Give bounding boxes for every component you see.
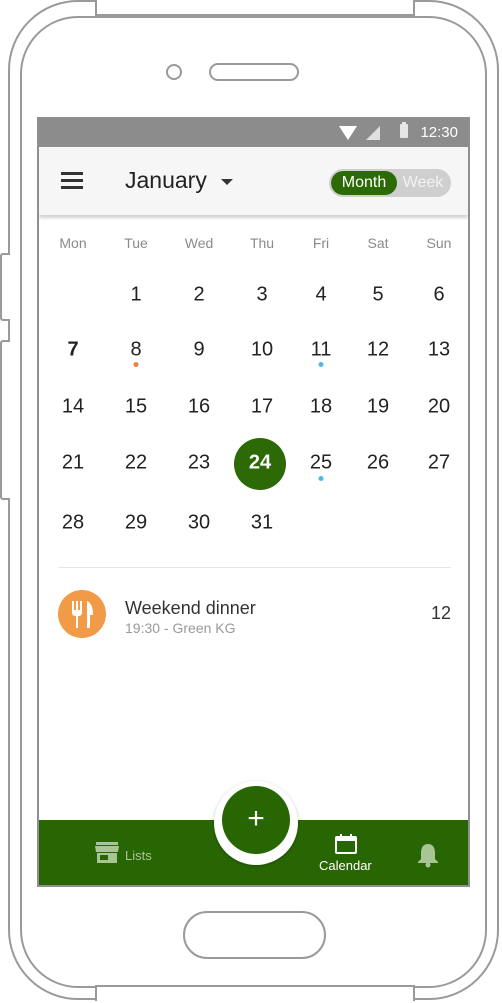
weekday-label: Thu [249,235,275,251]
event-count: 12 [431,603,452,623]
cutlery-icon [58,590,106,638]
calendar-day[interactable]: 10 [251,339,273,362]
calendar-day[interactable]: 31 [251,512,273,535]
plus-icon: + [247,802,265,835]
notification-bell-icon[interactable] [417,842,439,873]
calendar-day[interactable]: 21 [62,452,84,475]
calendar-day[interactable]: 14 [62,396,84,419]
weekday-label: Sun [426,235,452,251]
calendar-day[interactable]: 25 [310,452,332,475]
weekday-label: Fri [312,235,330,251]
calendar-day[interactable]: 19 [367,396,389,419]
event-dot [133,362,139,367]
event-title[interactable]: Weekend dinner [125,598,256,619]
app-screen: 12:30 January Month Week Mon Tue Wed Thu… [37,117,470,887]
calendar-day[interactable]: 4 [315,284,326,307]
phone-bottom-edge [95,985,415,1001]
weekday-label: Mon [59,235,87,251]
calendar-day[interactable]: 9 [193,339,204,362]
calendar-day[interactable]: 28 [62,512,84,535]
event-dot [318,362,324,367]
calendar-day[interactable]: 27 [428,452,450,475]
calendar-day[interactable]: 15 [125,396,147,419]
store-icon [95,842,119,863]
phone-top-edge [95,0,415,16]
calendar-day[interactable]: 29 [125,512,147,535]
calendar-day[interactable]: 6 [433,284,444,307]
calendar-day-today[interactable]: 24 [249,452,271,475]
toggle-month[interactable]: Month [331,171,397,195]
calendar-day[interactable]: 2 [193,284,204,307]
add-button[interactable]: + [222,786,290,854]
signal-icon [366,126,380,140]
calendar-icon [335,834,357,854]
calendar-day[interactable]: 13 [428,339,450,362]
calendar-day[interactable]: 8 [130,339,141,362]
calendar-day[interactable]: 18 [310,396,332,419]
camera-icon [166,64,182,80]
calendar-day[interactable]: 3 [256,284,267,307]
calendar-day[interactable]: 7 [67,339,78,362]
battery-icon [400,122,408,138]
speaker-grille [209,63,299,81]
divider [59,567,451,568]
calendar-day[interactable]: 5 [372,284,383,307]
home-button[interactable] [183,911,326,959]
nav-lists-label: Lists [125,848,152,863]
nav-calendar-label: Calendar [319,858,372,873]
month-selector[interactable]: January [125,167,207,194]
status-time: 12:30 [420,124,458,141]
calendar-day[interactable]: 30 [188,512,210,535]
volume-button [0,253,10,321]
menu-icon[interactable] [61,172,83,190]
calendar-day[interactable]: 11 [311,339,332,362]
nav-lists[interactable]: Lists [95,842,152,866]
status-bar: 12:30 [39,119,468,147]
weekday-label: Wed [184,235,214,251]
wifi-icon [339,126,357,140]
view-toggle[interactable]: Month Week [329,169,451,197]
calendar-day[interactable]: 23 [188,452,210,475]
side-button [0,340,10,500]
calendar-day[interactable]: 16 [188,396,210,419]
weekday-label: Sat [367,235,389,251]
event-dot [318,476,324,481]
nav-calendar[interactable]: Calendar [319,834,373,876]
app-bar: January Month Week [39,147,468,215]
weekday-label: Tue [124,235,148,251]
calendar-day[interactable]: 17 [251,396,273,419]
calendar-day[interactable]: 12 [367,339,389,362]
calendar-day[interactable]: 26 [367,452,389,475]
calendar-day[interactable]: 22 [125,452,147,475]
dropdown-caret-icon[interactable] [221,179,233,185]
toggle-week[interactable]: Week [397,171,449,195]
calendar-day[interactable]: 1 [130,284,141,307]
event-subtitle: 19:30 - Green KG [125,620,236,636]
calendar-day[interactable]: 20 [428,396,450,419]
